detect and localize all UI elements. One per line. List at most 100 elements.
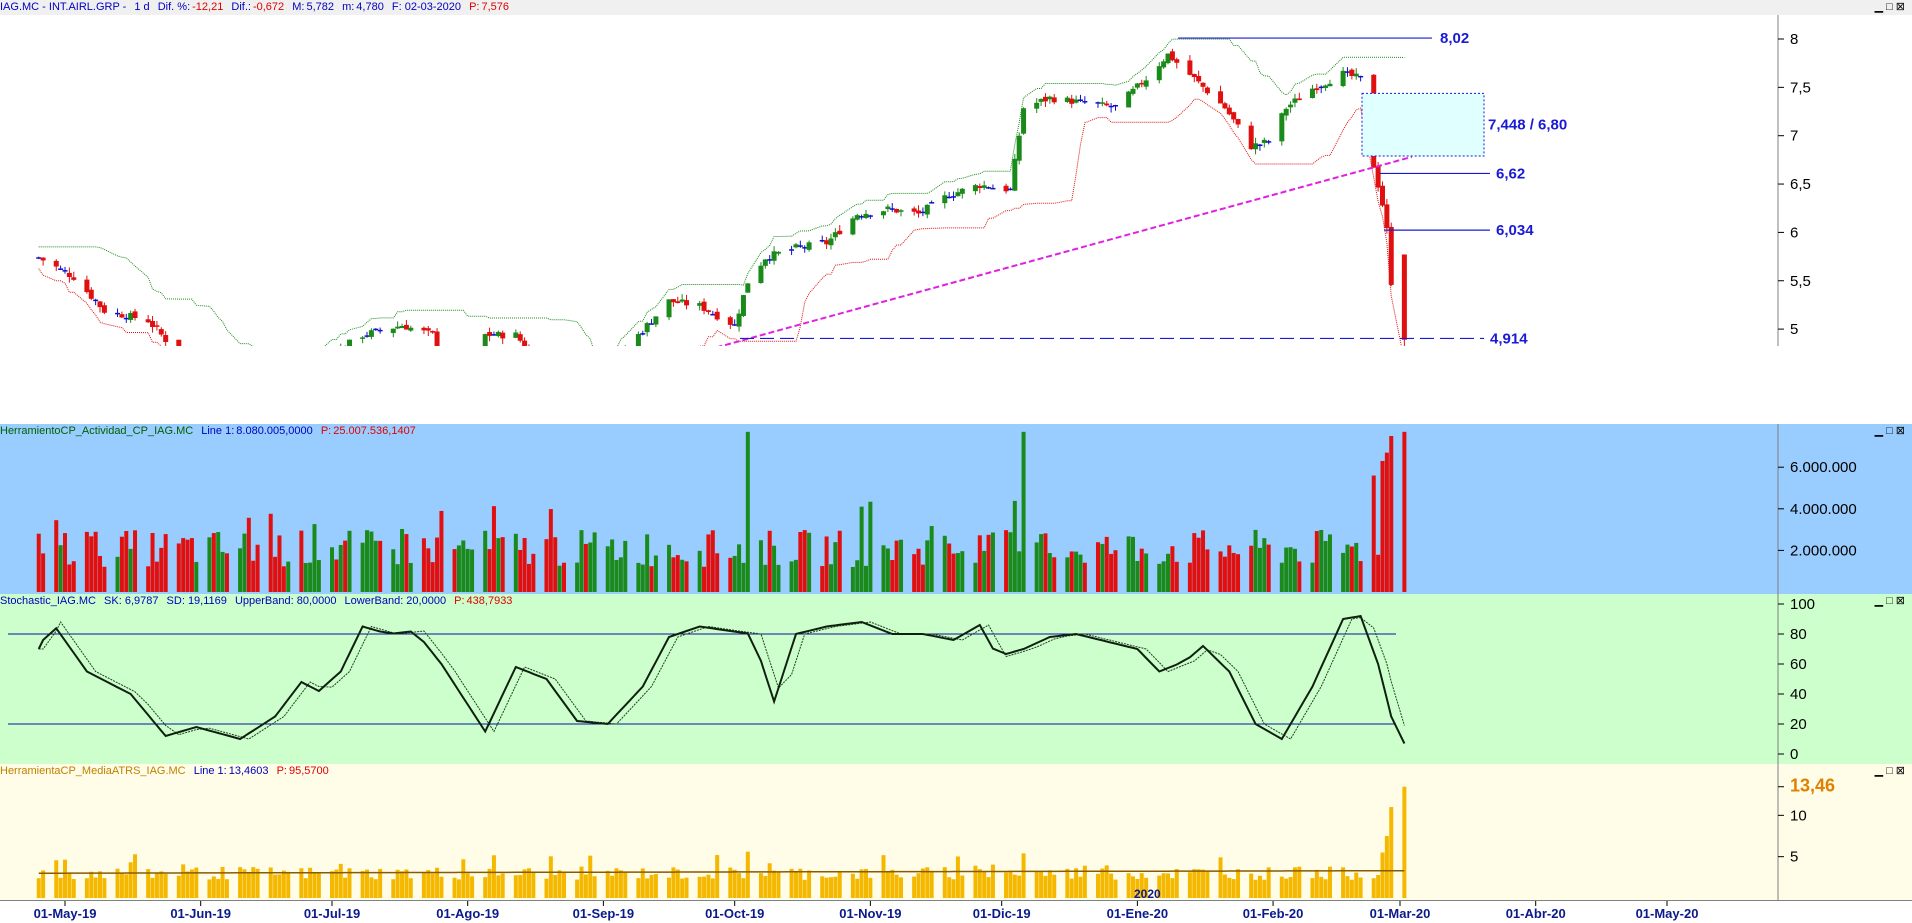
- atr-bar: [1187, 872, 1192, 898]
- candle-body: [40, 257, 46, 261]
- atr-bar: [491, 855, 496, 898]
- volume-bar: [281, 566, 286, 592]
- atr-bar: [400, 871, 405, 898]
- atr-bar: [850, 873, 855, 898]
- candle-body: [1349, 69, 1355, 76]
- volume-bar: [728, 557, 733, 592]
- candle-body: [1344, 71, 1350, 73]
- atr-bar: [837, 871, 842, 898]
- volume-panel-frame[interactable]: HerramientoCP_Actividad_CP_IAG.MC Line 1…: [0, 424, 1912, 594]
- volume-bar: [124, 531, 129, 592]
- atr-bar: [1161, 873, 1166, 898]
- volume-bar: [54, 520, 59, 592]
- volume-bar: [1354, 542, 1359, 592]
- candle-body: [732, 324, 738, 326]
- stochastic-panel[interactable]: Stochastic_IAG.MC SK: 6,9787 SD: 19,1169…: [0, 594, 1912, 764]
- atr-bar: [579, 866, 584, 898]
- volume-chart[interactable]: 6.000.000 4.000.000 2.000.000: [0, 424, 1912, 594]
- x-axis-tick-label: 01-Ene-20: [1107, 906, 1168, 921]
- candle-body: [1099, 102, 1105, 104]
- candle-body: [517, 334, 523, 341]
- volume-bar: [338, 544, 343, 592]
- volume-bar: [1144, 553, 1149, 592]
- candle-body: [1104, 103, 1110, 106]
- candle-body: [640, 333, 646, 335]
- candle-body: [1077, 99, 1083, 101]
- volume-bar: [334, 559, 339, 592]
- price-panel[interactable]: IAG.MC - INT.AIRL.GRP - 1 d Dif. %: -12,2…: [0, 0, 1912, 346]
- atr-bar: [548, 856, 553, 898]
- candle-body: [399, 326, 405, 329]
- candle-body: [828, 238, 834, 246]
- volume-bar: [439, 510, 444, 592]
- atr-bar: [281, 870, 286, 898]
- atr-bar: [1323, 879, 1328, 898]
- atr-bar: [1192, 869, 1197, 898]
- atr-bar: [242, 869, 247, 898]
- volume-bar: [84, 531, 89, 592]
- candle-body: [1108, 105, 1114, 108]
- stochastic-chart[interactable]: 100 80 60 40 20 0: [0, 594, 1912, 764]
- atr-bar: [899, 877, 904, 898]
- candle-body: [1161, 61, 1167, 68]
- atr-bar: [1008, 871, 1013, 898]
- volume-bar: [63, 533, 67, 592]
- volume-bar: [1236, 554, 1241, 592]
- atr-bar: [268, 867, 273, 898]
- atr-bar: [159, 871, 164, 898]
- stochastic-sd-line: [38, 616, 1405, 740]
- candle-body: [123, 317, 129, 320]
- candle-body: [859, 216, 865, 218]
- atr-bar: [189, 869, 194, 898]
- volume-bar: [1201, 530, 1206, 592]
- candle-body: [1082, 101, 1088, 103]
- atr-bar: [1284, 878, 1289, 898]
- candle-body: [487, 332, 493, 336]
- atr-bar: [41, 870, 46, 898]
- atr-bar: [1358, 877, 1363, 898]
- price-chart[interactable]: 87,576,565,554,58,027,448 / 6,806,626,03…: [0, 0, 1912, 346]
- volume-bar: [128, 548, 133, 592]
- candle-body: [62, 270, 68, 272]
- x-axis-tick-label: 01-Ago-19: [436, 906, 499, 921]
- candle-body: [806, 242, 812, 250]
- candle-body: [771, 251, 777, 261]
- atr-bar: [828, 877, 833, 898]
- candle-body: [1139, 82, 1145, 85]
- atr-bar: [465, 873, 470, 898]
- candle-body: [1191, 73, 1197, 78]
- atr-bar: [680, 878, 685, 898]
- candle-body: [71, 277, 77, 280]
- x-axis-tick-label: 01-Jun-19: [170, 906, 231, 921]
- volume-bar: [1284, 547, 1289, 592]
- atr-bar: [702, 876, 707, 898]
- volume-bar: [776, 564, 781, 592]
- volume-bar: [1078, 554, 1083, 592]
- volume-bar: [767, 530, 772, 592]
- volume-bar: [273, 556, 278, 592]
- atr-bar: [1104, 865, 1109, 898]
- volume-bar: [1034, 542, 1039, 592]
- atr-chart[interactable]: 13,46 10 5 2020: [0, 764, 1912, 900]
- atr-bar: [176, 875, 181, 898]
- candle-body: [1156, 66, 1162, 81]
- volume-bar: [194, 561, 199, 592]
- atr-panel[interactable]: HerramientaCP_MediaATRS_IAG.MC Line 1: 13…: [0, 764, 1912, 900]
- volume-bar: [347, 530, 352, 592]
- volume-bar: [373, 540, 378, 592]
- atr-bar: [1231, 879, 1236, 898]
- atr-bar: [605, 870, 610, 898]
- volume-bar: [793, 559, 798, 592]
- atr-bar: [618, 870, 623, 898]
- volume-bar: [1039, 534, 1044, 592]
- volume-bar: [465, 548, 470, 592]
- atr-bar: [732, 869, 737, 898]
- volume-bar: [1196, 537, 1201, 592]
- volume-bar: [1292, 548, 1297, 592]
- atr-bar: [1166, 873, 1171, 898]
- candle-body: [93, 299, 99, 302]
- volume-bar: [614, 559, 619, 592]
- volume-bar: [1249, 545, 1254, 592]
- candle-body: [670, 299, 676, 303]
- atr-bar: [496, 875, 501, 898]
